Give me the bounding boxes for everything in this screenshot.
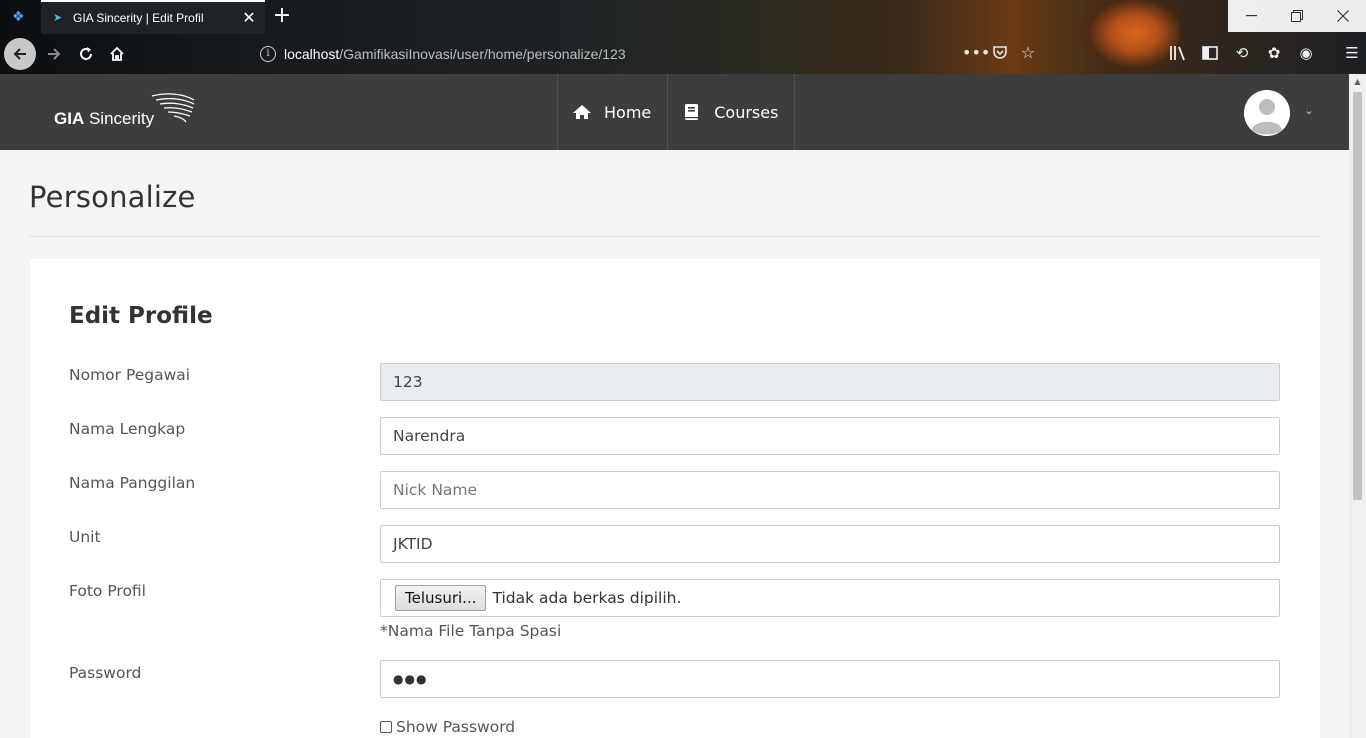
tab-close-icon[interactable]: ✕	[241, 10, 257, 26]
file-status-text: Tidak ada berkas dipilih.	[492, 589, 682, 607]
page-actions: ••• ☆	[962, 42, 1038, 64]
account-icon[interactable]: ◉	[1294, 42, 1318, 64]
browser-tab-active[interactable]: ➤ GIA Sincerity | Edit Profil ✕	[41, 0, 265, 34]
show-password-checkbox[interactable]	[380, 721, 392, 733]
user-menu-chevron-down-icon[interactable]: ⌄	[1302, 104, 1316, 118]
restore-button[interactable]	[1274, 0, 1320, 32]
nama-panggilan-label: Nama Panggilan	[69, 474, 196, 492]
main-nav: Home Courses	[557, 74, 796, 150]
user-avatar-icon[interactable]	[1244, 90, 1290, 136]
nomor-pegawai-field: 123	[380, 363, 1280, 401]
file-help-text: *Nama File Tanpa Spasi	[380, 622, 562, 640]
page-scrollbar[interactable]: ▲	[1349, 74, 1366, 738]
close-icon	[1337, 10, 1349, 22]
nav-courses[interactable]: Courses	[667, 74, 796, 150]
tab-bar: ❖ ➤ GIA Sincerity | Edit Profil ✕ +	[0, 0, 1366, 34]
window-controls	[1228, 0, 1366, 32]
browser-home-button[interactable]	[101, 38, 133, 70]
nama-lengkap-label: Nama Lengkap	[69, 420, 186, 438]
home-outline-icon	[110, 46, 124, 61]
password-field[interactable]: ●●●	[380, 660, 1280, 698]
url-text[interactable]: localhost/GamifikasiInovasi/user/home/pe…	[284, 46, 626, 62]
toolbar-icons: ⟲ ✿ ◉ ☰	[1166, 42, 1364, 64]
url-host: localhost	[284, 46, 340, 62]
scrollbar-thumb[interactable]	[1353, 92, 1362, 500]
bookmark-star-icon[interactable]: ☆	[1018, 42, 1038, 64]
unit-label: Unit	[69, 528, 101, 546]
logo-text: GIA Sincerity	[54, 109, 155, 128]
page-title: Personalize	[29, 180, 196, 214]
back-button[interactable]	[4, 38, 36, 70]
password-label: Password	[69, 664, 142, 682]
browser-chrome: ❖ ➤ GIA Sincerity | Edit Profil ✕ + i lo…	[0, 0, 1366, 74]
edit-profile-card: Edit Profile Nomor Pegawai 123 Nama Leng…	[30, 259, 1320, 738]
card-title: Edit Profile	[69, 303, 213, 329]
site-info-icon[interactable]: i	[260, 46, 276, 62]
book-icon	[682, 103, 702, 121]
site-favicon-icon: ➤	[53, 11, 63, 24]
reload-button[interactable]	[70, 38, 102, 70]
sidebar-tabs-icon[interactable]: ❖	[12, 9, 28, 25]
foto-profil-label: Foto Profil	[69, 582, 146, 600]
extension-icon[interactable]: ✿	[1262, 42, 1286, 64]
minimize-icon	[1245, 15, 1257, 17]
page-actions-menu-icon[interactable]: •••	[962, 42, 990, 64]
nama-panggilan-field[interactable]: Nick Name	[380, 471, 1280, 509]
tab-title: GIA Sincerity | Edit Profil	[73, 11, 204, 25]
arrow-left-icon	[13, 48, 26, 60]
show-password-label: Show Password	[396, 718, 516, 736]
close-window-button[interactable]	[1320, 0, 1366, 32]
restore-icon	[1291, 10, 1303, 22]
forward-button[interactable]	[38, 38, 70, 70]
new-tab-button[interactable]: +	[272, 5, 292, 27]
home-icon	[572, 103, 592, 121]
nama-lengkap-field[interactable]: Narendra	[380, 417, 1280, 455]
menu-hamburger-icon[interactable]: ☰	[1340, 42, 1364, 64]
nav-home[interactable]: Home	[557, 74, 667, 150]
url-path: /GamifikasiInovasi/user/home/personalize…	[339, 46, 626, 62]
browser-toolbar: i localhost/GamifikasiInovasi/user/home/…	[0, 34, 1366, 74]
logo-wing-icon	[151, 93, 195, 123]
site-header: GIA Sincerity Home Courses ⌄	[0, 74, 1349, 150]
reload-icon	[80, 47, 92, 60]
scroll-up-arrow-icon[interactable]: ▲	[1349, 74, 1366, 90]
address-bar[interactable]: i localhost/GamifikasiInovasi/user/home/…	[250, 40, 1050, 68]
nomor-pegawai-label: Nomor Pegawai	[69, 366, 191, 384]
foto-profil-file-input[interactable]: Telusuri... Tidak ada berkas dipilih.	[380, 579, 1280, 617]
arrow-right-icon	[48, 48, 61, 60]
show-password-row[interactable]: Show Password	[380, 718, 515, 736]
nav-home-label: Home	[604, 102, 652, 122]
sync-extension-icon[interactable]: ⟲	[1230, 42, 1254, 64]
title-divider	[29, 236, 1320, 237]
pocket-icon[interactable]	[990, 42, 1010, 64]
minimize-button[interactable]	[1228, 0, 1274, 32]
unit-field[interactable]: JKTID	[380, 525, 1280, 563]
sidebar-icon[interactable]	[1198, 42, 1222, 64]
site-logo[interactable]: GIA Sincerity	[54, 92, 204, 132]
browse-file-button[interactable]: Telusuri...	[395, 585, 487, 611]
library-icon[interactable]	[1166, 42, 1190, 64]
nav-courses-label: Courses	[714, 102, 779, 122]
